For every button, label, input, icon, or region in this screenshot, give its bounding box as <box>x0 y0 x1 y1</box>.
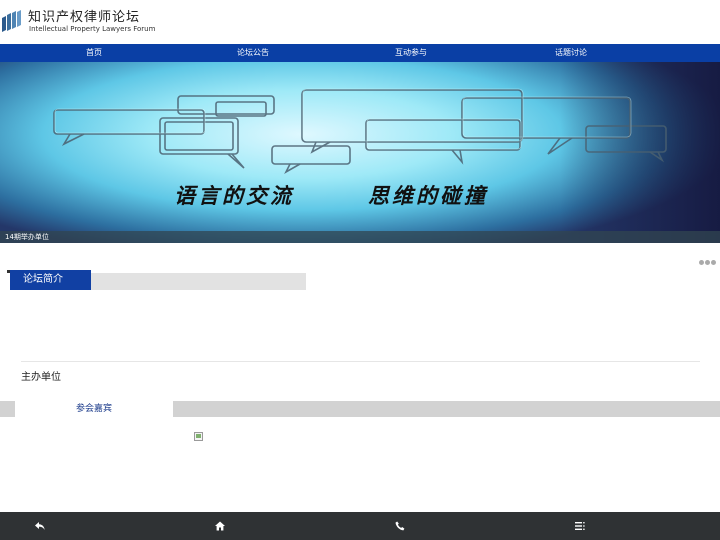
banner-caption[interactable]: 14期举办单位 <box>5 232 49 242</box>
menu-button[interactable] <box>565 512 595 540</box>
banner-caption-bar <box>0 231 720 243</box>
home-button[interactable] <box>205 512 235 540</box>
intro-label[interactable]: 论坛简介 <box>23 273 63 286</box>
slider-dot[interactable] <box>711 260 716 265</box>
phone-icon <box>395 521 405 531</box>
banner-slogan-right: 思维的碰撞 <box>368 183 488 208</box>
divider <box>21 361 700 362</box>
back-icon <box>35 522 45 530</box>
broken-image-icon <box>194 432 203 441</box>
forum-logo-icon[interactable] <box>2 10 22 32</box>
guests-bar-right <box>173 401 720 417</box>
site-title[interactable]: 知识产权律师论坛 <box>28 10 140 25</box>
bottom-toolbar <box>0 512 720 540</box>
slider-dot[interactable] <box>699 260 704 265</box>
menu-icon <box>575 522 585 530</box>
guests-label[interactable]: 参会嘉宾 <box>15 403 173 415</box>
nav-item-announcements[interactable]: 论坛公告 <box>237 44 269 62</box>
nav-item-topics[interactable]: 话题讨论 <box>555 44 587 62</box>
home-icon <box>215 521 225 531</box>
header: 知识产权律师论坛 Intellectual Property Lawyers F… <box>0 0 720 44</box>
nav-item-home[interactable]: 首页 <box>86 44 102 62</box>
banner-slogan-left: 语言的交流 <box>174 183 294 208</box>
page: 知识产权律师论坛 Intellectual Property Lawyers F… <box>0 0 720 540</box>
banner-slide[interactable]: 语言的交流 思维的碰撞 14期举办单位 <box>0 62 720 243</box>
host-title: 主办单位 <box>21 372 61 383</box>
back-button[interactable] <box>25 512 55 540</box>
phone-button[interactable] <box>385 512 415 540</box>
guests-bar-left <box>0 401 15 417</box>
slider-dot[interactable] <box>705 260 710 265</box>
nav-item-participate[interactable]: 互动参与 <box>395 44 427 62</box>
main-nav: 首页 论坛公告 互动参与 话题讨论 <box>0 44 720 62</box>
speech-bubbles-graphic <box>53 88 667 175</box>
site-subtitle: Intellectual Property Lawyers Forum <box>29 25 156 33</box>
